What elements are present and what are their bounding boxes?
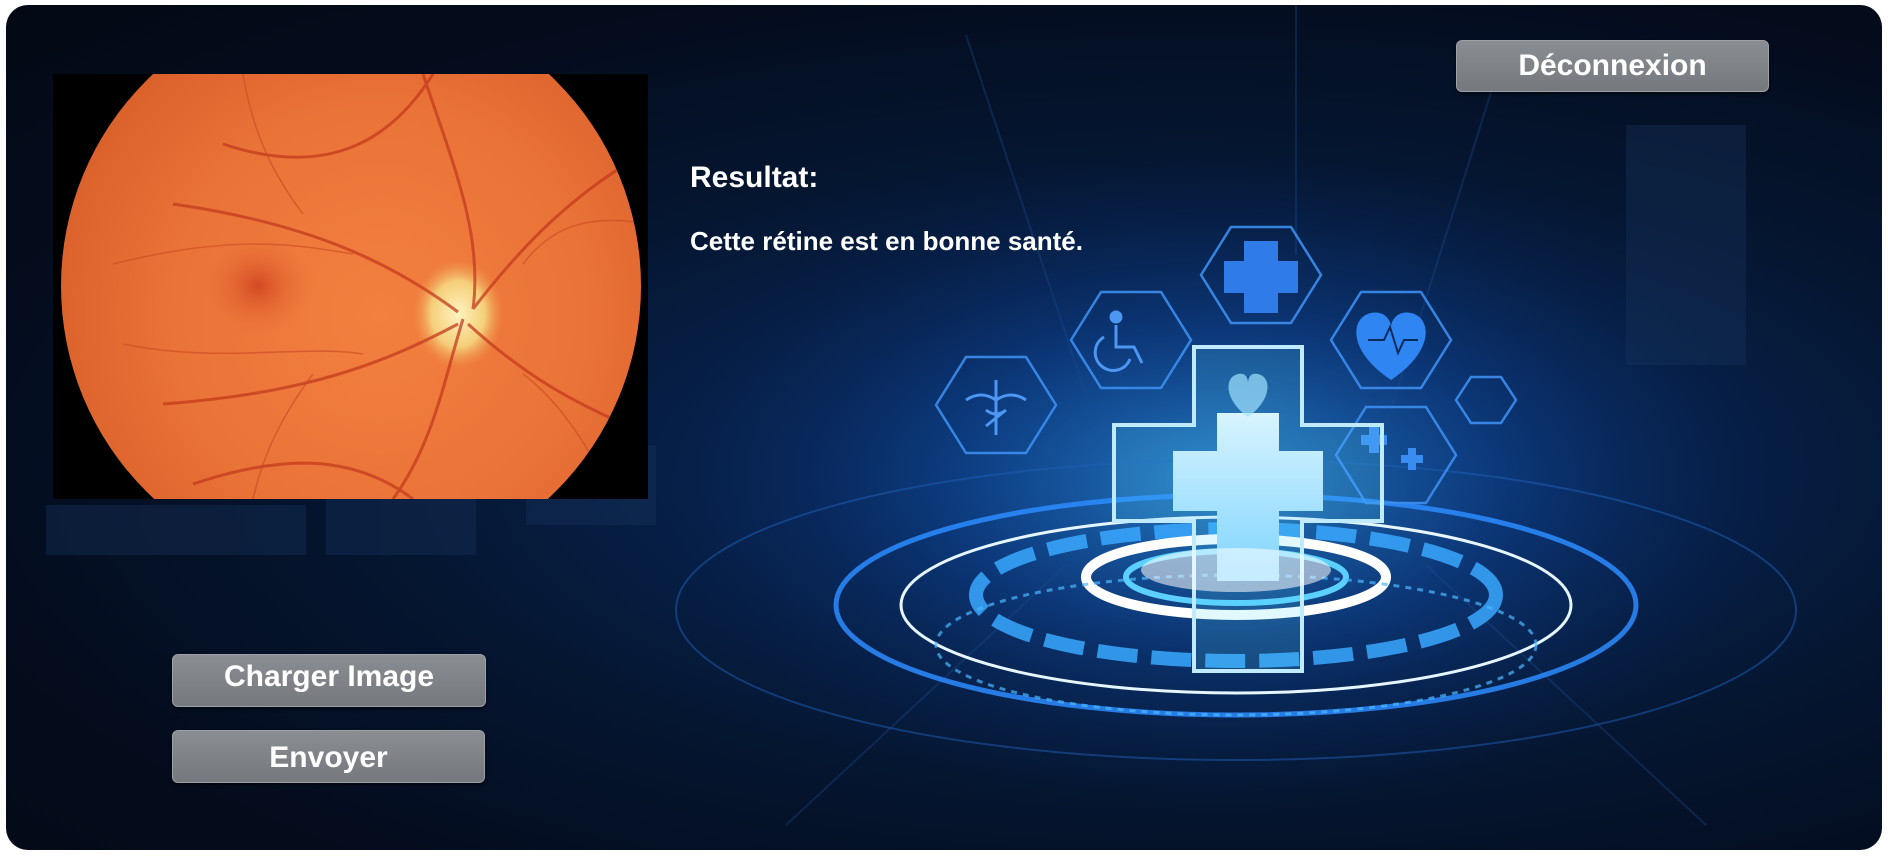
logout-button[interactable]: Déconnexion — [1456, 40, 1769, 92]
load-image-button[interactable]: Charger Image — [172, 654, 486, 707]
retina-image-preview — [53, 74, 648, 499]
retina-image — [53, 74, 648, 499]
result-message: Cette rétine est en bonne santé. — [690, 226, 1083, 256]
app-window: Resultat: Cette rétine est en bonne sant… — [6, 5, 1882, 850]
send-button[interactable]: Envoyer — [172, 730, 485, 783]
result-title: Resultat: — [690, 161, 819, 194]
